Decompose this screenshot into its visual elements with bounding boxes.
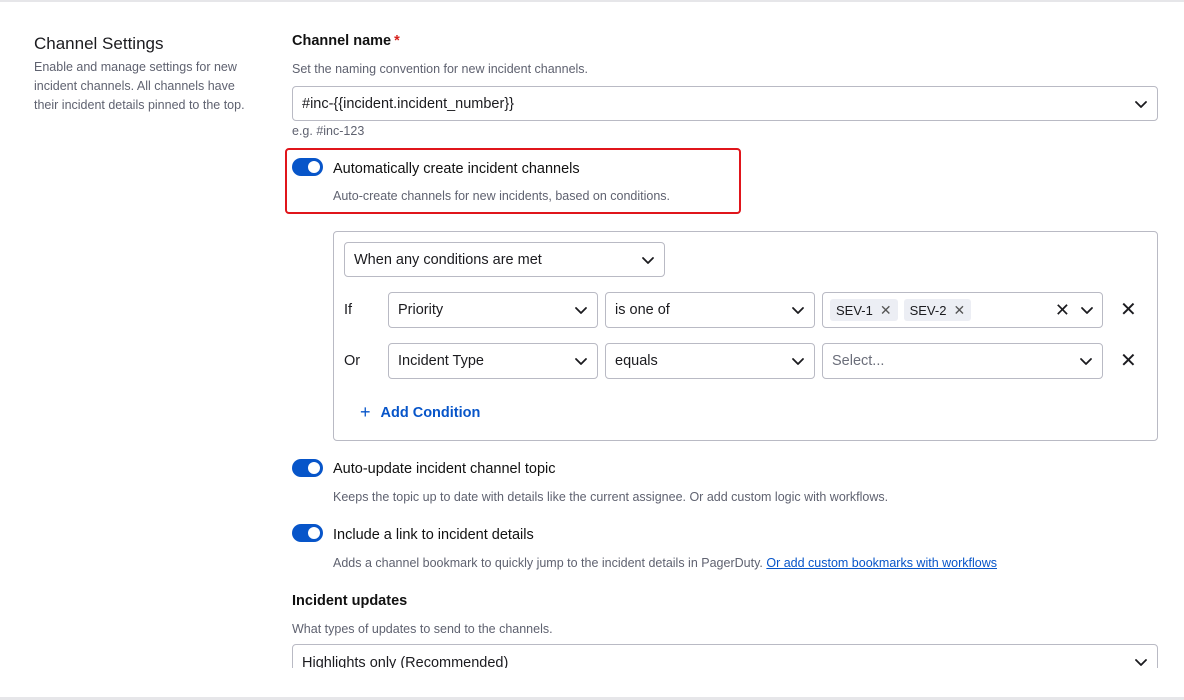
condition-values-select[interactable]: Select... [822,343,1103,379]
tag-sev-2: SEV-2 ✕ [903,299,972,321]
include-link-label: Include a link to incident details [333,527,534,543]
incident-updates-help: What types of updates to send to the cha… [292,622,553,636]
remove-condition-button[interactable]: ✕ [1120,300,1137,320]
incident-updates-label: Incident updates [292,593,408,609]
condition-field-select[interactable]: Priority [388,292,598,328]
chevron-down-icon [1079,354,1093,368]
chevron-down-icon [1134,97,1148,111]
add-condition-label: Add Condition [380,404,481,421]
channel-name-help: Set the naming convention for new incide… [292,62,589,76]
channel-name-select[interactable]: #inc-{{incident.incident_number}} [292,86,1158,121]
section-title: Channel Settings [34,34,164,53]
match-mode-select[interactable]: When any conditions are met [344,242,665,277]
remove-condition-button[interactable]: ✕ [1120,351,1137,371]
condition-operator-value: is one of [615,302,670,318]
section-description: Enable and manage settings for new incid… [34,60,245,112]
channel-name-label-text: Channel name [292,33,392,49]
condition-field-value: Priority [398,302,444,318]
match-mode-value: When any conditions are met [354,251,542,268]
required-asterisk: * [394,33,400,49]
condition-field-select[interactable]: Incident Type [388,343,598,379]
tag-label: SEV-2 [909,302,947,318]
auto-create-description: Auto-create channels for new incidents, … [333,189,671,203]
condition-values-multiselect[interactable]: SEV-1 ✕ SEV-2 ✕ ✕ [822,292,1103,328]
channel-name-label: Channel name * [292,33,400,49]
condition-values-placeholder: Select... [832,353,885,369]
chevron-down-icon [574,354,588,368]
close-icon[interactable]: ✕ [880,303,892,317]
condition-operator-value: equals [615,353,658,369]
auto-update-topic-toggle[interactable] [292,459,323,477]
condition-connector-or: Or [344,353,361,369]
chevron-down-icon [1134,655,1148,669]
chevron-down-icon [791,354,805,368]
condition-operator-select[interactable]: equals [605,343,815,379]
condition-operator-select[interactable]: is one of [605,292,815,328]
top-divider [0,0,1184,2]
include-link-description-text: Adds a channel bookmark to quickly jump … [333,556,763,570]
condition-field-value: Incident Type [398,353,484,369]
tag-label: SEV-1 [836,302,873,318]
chevron-down-icon [641,253,655,267]
tag-sev-1: SEV-1 ✕ [830,299,898,321]
selected-tags: SEV-1 ✕ SEV-2 ✕ [830,299,1055,321]
custom-bookmarks-link[interactable]: Or add custom bookmarks with workflows [766,556,997,570]
close-icon[interactable]: ✕ [953,303,965,317]
include-link-description: Adds a channel bookmark to quickly jump … [333,556,997,570]
chevron-down-icon [574,303,588,317]
highlight-box [285,148,741,214]
plus-icon: + [360,402,371,422]
include-link-toggle[interactable] [292,524,323,542]
clear-icon[interactable]: ✕ [1055,301,1070,319]
auto-create-toggle[interactable] [292,158,323,176]
add-condition-button[interactable]: + Add Condition [360,402,480,423]
channel-name-example: e.g. #inc-123 [292,124,365,138]
channel-name-value: #inc-{{incident.incident_number}} [302,95,515,112]
auto-create-label: Automatically create incident channels [333,161,580,177]
scroll-fade [290,668,1162,697]
chevron-down-icon [1080,303,1094,317]
auto-update-topic-description: Keeps the topic up to date with details … [333,490,889,504]
condition-connector-if: If [344,302,353,318]
chevron-down-icon [791,303,805,317]
auto-update-topic-label: Auto-update incident channel topic [333,461,556,477]
